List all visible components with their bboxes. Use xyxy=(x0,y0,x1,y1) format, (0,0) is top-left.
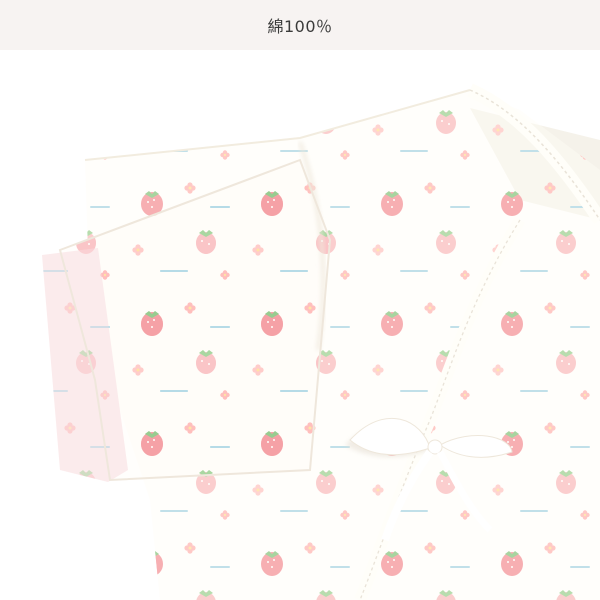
garment-illustration xyxy=(0,50,600,600)
product-photo xyxy=(0,50,600,600)
material-label: 綿100％ xyxy=(267,17,333,36)
material-banner: 綿100％ xyxy=(0,0,600,50)
